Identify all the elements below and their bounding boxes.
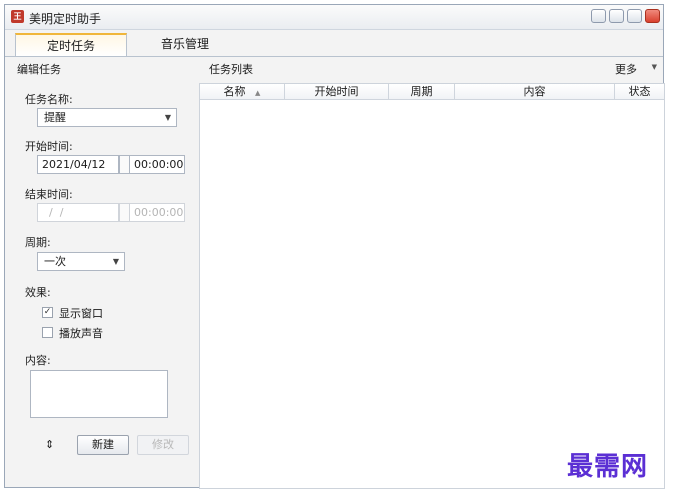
refresh-icon[interactable]: ⇕ xyxy=(45,438,54,451)
end-time-label: 结束时间: xyxy=(25,188,73,201)
start-time-input[interactable]: 00:00:00 xyxy=(129,155,185,174)
edit-task-panel: 编辑任务 任务名称: 提醒 ▼ 开始时间: 2021/04/12 00:00:0… xyxy=(15,58,195,482)
column-header-content[interactable]: 内容 xyxy=(455,84,615,100)
column-header-start-time[interactable]: 开始时间 xyxy=(285,84,389,100)
task-name-label: 任务名称: xyxy=(25,93,73,106)
more-menu-button[interactable]: 更多 xyxy=(615,61,637,77)
app-window: 王 美明定时助手 定时任务 音乐管理 编辑任务 任务名称: 提醒 ▼ 开始时间:… xyxy=(4,4,665,489)
column-header-name[interactable]: 名称 ▲ xyxy=(200,84,285,100)
task-list-panel: 任务列表 更多 ▼ 名称 ▲ 开始时间 周期 内容 状态 xyxy=(199,58,665,489)
content-label: 内容: xyxy=(25,354,51,367)
more-menu-arrow-icon[interactable]: ▼ xyxy=(652,63,657,71)
watermark-text: 最需网 xyxy=(567,452,649,482)
play-sound-checkbox[interactable] xyxy=(42,327,53,338)
period-label: 周期: xyxy=(25,236,51,249)
end-time-input[interactable]: 00:00:00 xyxy=(129,203,185,222)
new-button[interactable]: 新建 xyxy=(77,435,129,455)
title-bar[interactable]: 王 美明定时助手 xyxy=(5,5,663,30)
play-sound-label: 播放声音 xyxy=(59,327,103,340)
edit-task-header: 编辑任务 xyxy=(17,63,61,76)
maximize-button[interactable] xyxy=(627,9,642,23)
chevron-down-icon: ▼ xyxy=(164,113,171,122)
period-value: 一次 xyxy=(44,255,66,268)
tab-scheduled-tasks[interactable]: 定时任务 xyxy=(15,33,127,56)
start-date-input[interactable]: 2021/04/12 xyxy=(37,155,119,174)
task-name-value: 提醒 xyxy=(44,111,66,124)
period-combo[interactable]: 一次 ▼ xyxy=(37,252,125,271)
effect-label: 效果: xyxy=(25,286,51,299)
show-window-checkbox[interactable]: ✓ xyxy=(42,307,53,318)
tab-bar: 定时任务 音乐管理 xyxy=(5,30,663,57)
task-list-grid[interactable]: 名称 ▲ 开始时间 周期 内容 状态 xyxy=(199,83,665,489)
column-header-period[interactable]: 周期 xyxy=(389,84,455,100)
task-list-header-bar: 任务列表 更多 ▼ xyxy=(199,58,665,82)
column-header-status[interactable]: 状态 xyxy=(615,84,664,100)
end-date-input[interactable]: / / xyxy=(37,203,119,222)
dropdown-window-button[interactable] xyxy=(591,9,606,23)
content-textarea[interactable] xyxy=(30,370,168,418)
sort-ascending-icon: ▲ xyxy=(255,89,261,97)
tab-music-management[interactable]: 音乐管理 xyxy=(145,33,225,56)
task-name-combo[interactable]: 提醒 ▼ xyxy=(37,108,177,127)
task-list-header: 任务列表 xyxy=(209,63,253,76)
minimize-button[interactable] xyxy=(609,9,624,23)
column-header-name-text: 名称 xyxy=(223,85,246,98)
start-time-label: 开始时间: xyxy=(25,140,73,153)
window-title: 美明定时助手 xyxy=(29,12,102,26)
show-window-label: 显示窗口 xyxy=(59,307,103,320)
chevron-down-icon: ▼ xyxy=(112,257,119,266)
close-button[interactable] xyxy=(645,9,660,23)
app-logo-icon: 王 xyxy=(11,10,24,23)
modify-button[interactable]: 修改 xyxy=(137,435,189,455)
